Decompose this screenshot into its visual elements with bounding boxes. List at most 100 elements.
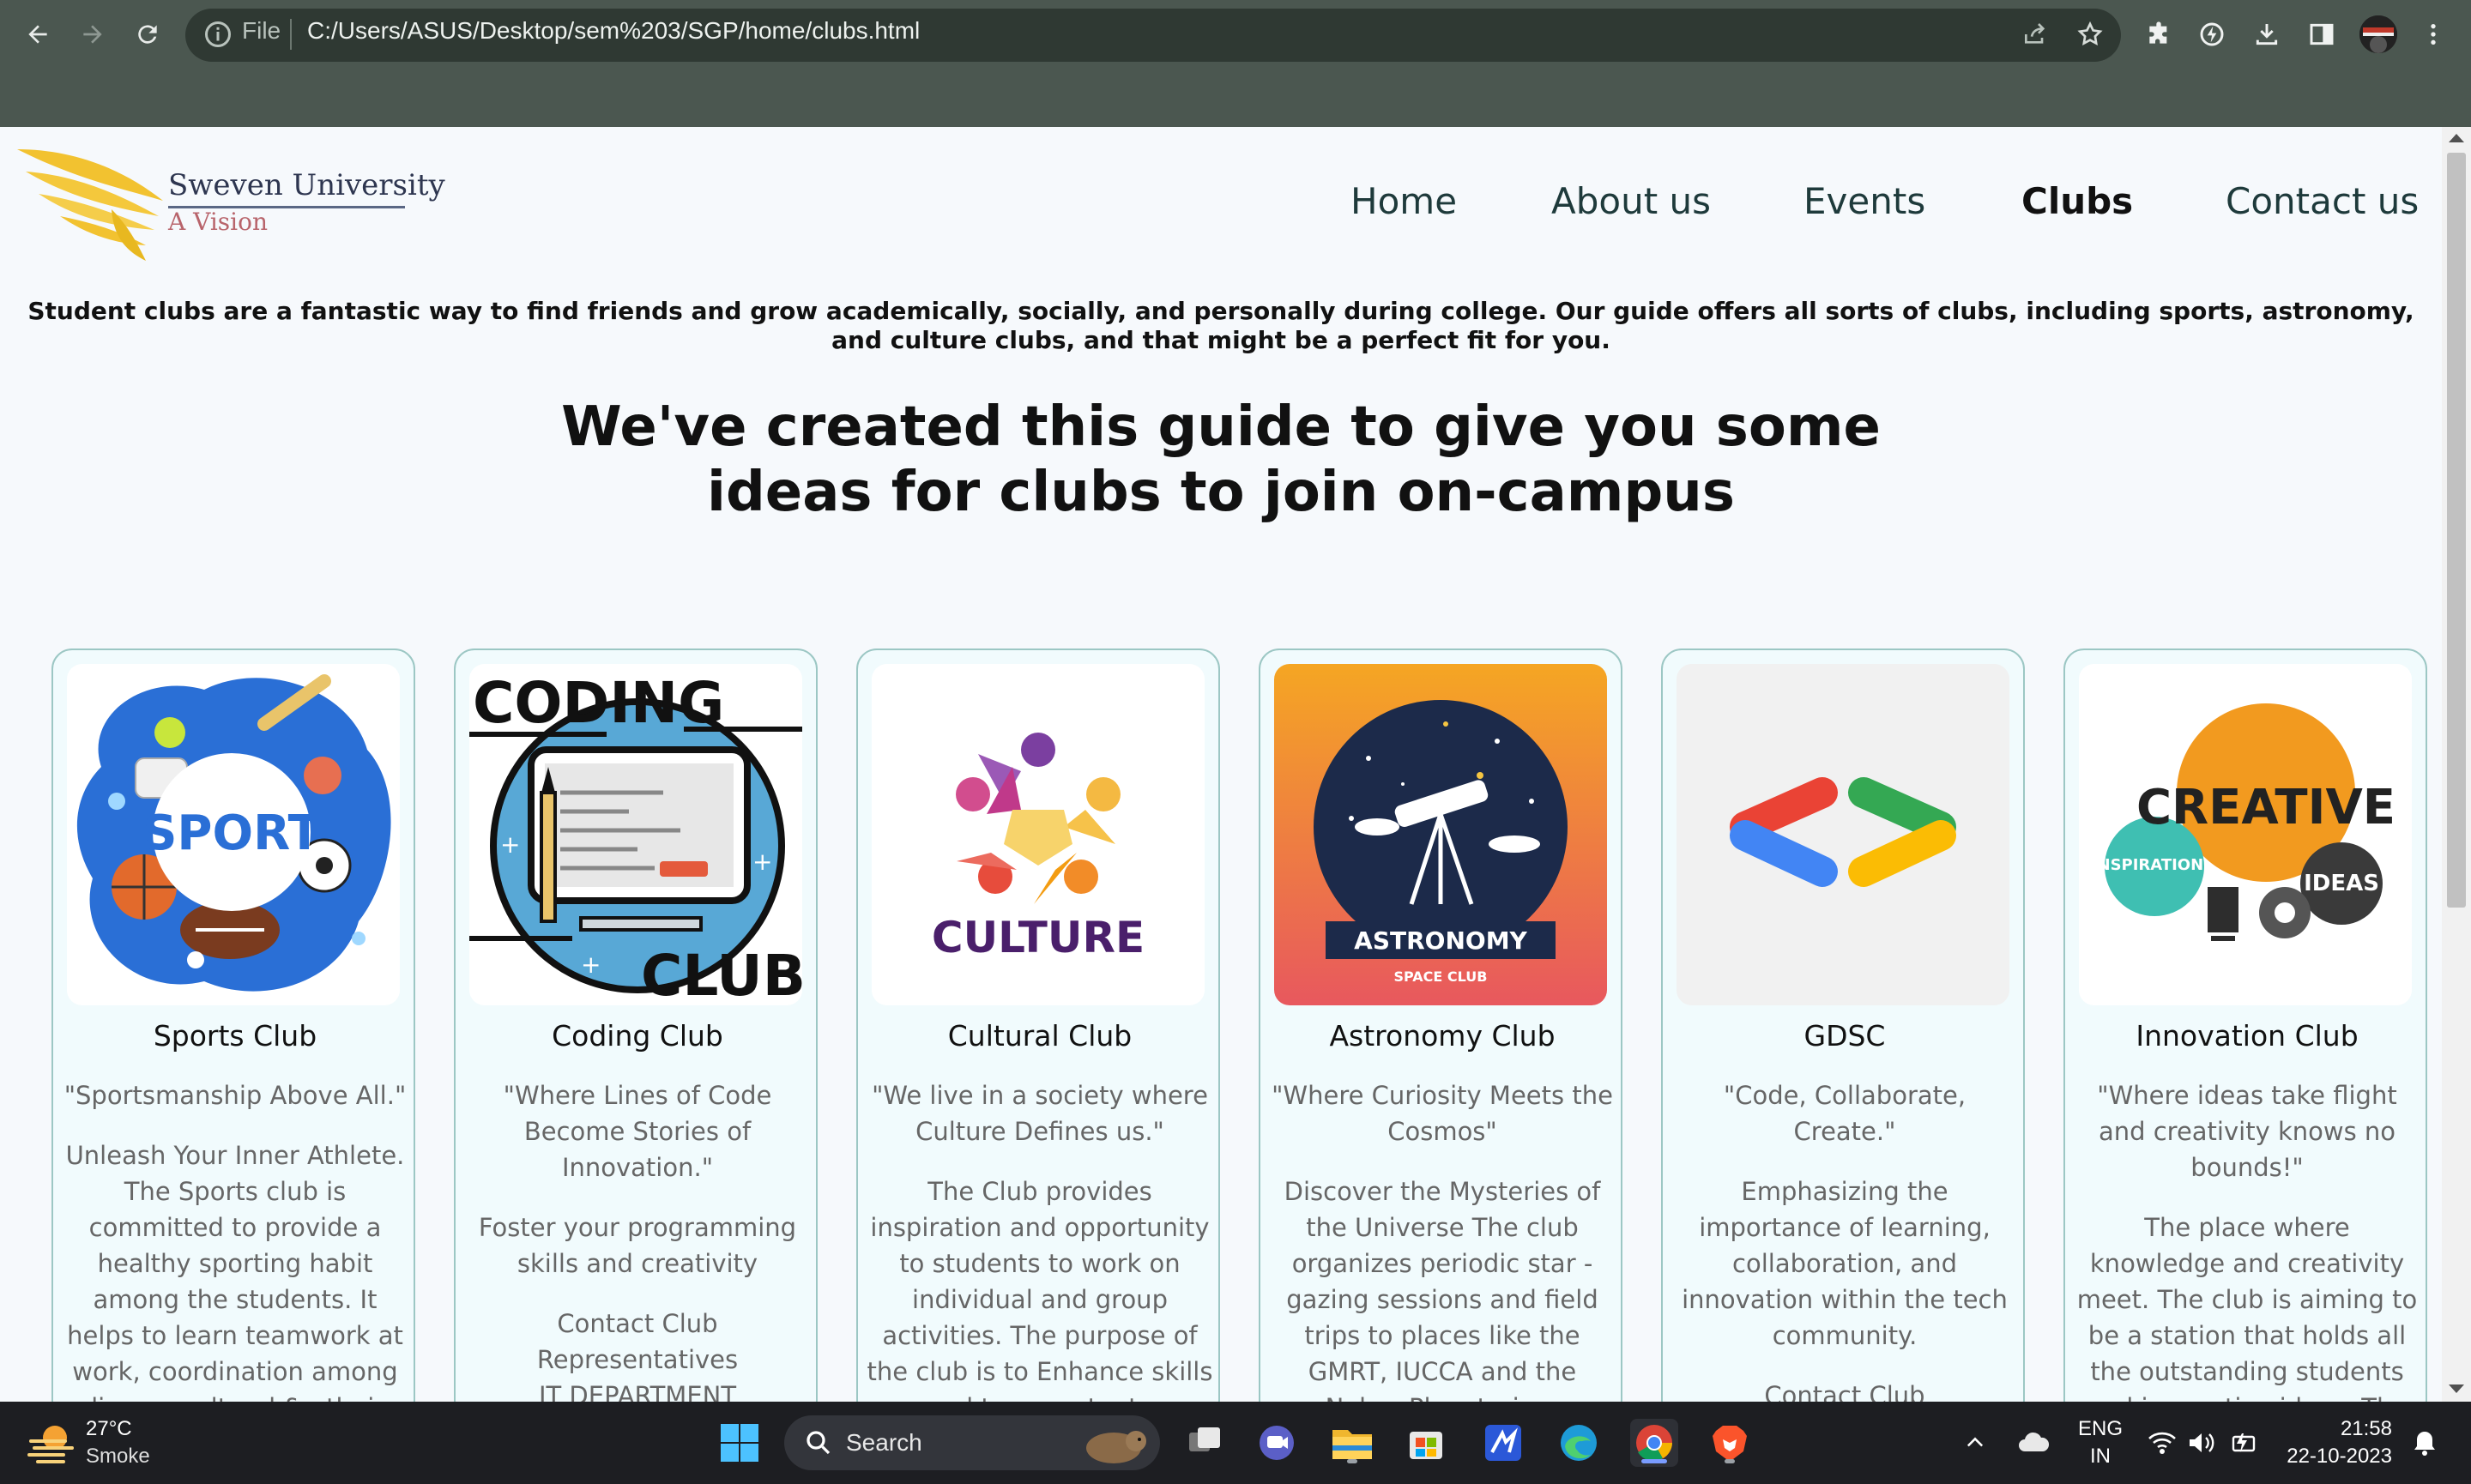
- weather-haze-icon[interactable]: [26, 1419, 77, 1467]
- info-icon[interactable]: [202, 19, 233, 50]
- club-desc: Emphasizing the importance of learning, …: [1682, 1177, 2008, 1350]
- svg-text:+: +: [500, 830, 520, 859]
- file-explorer-button[interactable]: [1328, 1419, 1376, 1467]
- app-tile-icon: [1485, 1425, 1521, 1461]
- profile-avatar[interactable]: [2359, 15, 2397, 53]
- task-view-button[interactable]: [1181, 1419, 1229, 1467]
- url-separator: [290, 19, 292, 50]
- headline-line-2: ideas for clubs to join on-campus: [707, 461, 1735, 524]
- onedrive-button[interactable]: [2015, 1419, 2052, 1467]
- nav-about-link[interactable]: About us: [1551, 180, 1711, 222]
- culture-logo-icon: CULTURE: [872, 664, 1205, 1005]
- gdsc-logo-icon: [1677, 664, 2009, 1005]
- chat-icon: [1260, 1426, 1294, 1460]
- page-scrollbar[interactable]: [2442, 127, 2471, 1402]
- ideas-image-label: IDEAS: [2304, 871, 2379, 896]
- forward-button[interactable]: [74, 15, 112, 53]
- club-desc: The place where knowledge and creativity…: [2076, 1213, 2418, 1402]
- page-headline: We've created this guide to give you som…: [0, 395, 2442, 525]
- astronomy-image-sublabel: SPACE CLUB: [1394, 968, 1488, 985]
- club-quote: "Where ideas take flight and creativity …: [2097, 1081, 2397, 1182]
- teams-chat-button[interactable]: [1253, 1419, 1301, 1467]
- club-quote: "Where Lines of Code Become Stories of I…: [503, 1081, 772, 1182]
- logo-tagline: A Vision: [168, 208, 269, 236]
- side-panel-icon: [2310, 23, 2334, 45]
- club-contact: Contact Club Representatives IT DEPARTME…: [464, 1306, 811, 1402]
- side-panel-button[interactable]: [2305, 17, 2339, 51]
- windows-taskbar: 27°C Smoke Search ENG IN 21:58 22-10-202…: [0, 1402, 2471, 1484]
- club-quote: "Where Curiosity Meets the Cosmos": [1272, 1081, 1613, 1146]
- browser-menu-button[interactable]: [2416, 17, 2450, 51]
- language-indicator[interactable]: ENG: [2075, 1417, 2126, 1441]
- clock-date[interactable]: 22-10-2023: [2281, 1445, 2392, 1469]
- club-card-astronomy[interactable]: ASTRONOMY SPACE CLUB Astronomy Club "Whe…: [1259, 648, 1622, 1402]
- club-title: Astronomy Club: [1329, 1019, 1556, 1053]
- club-card-gdsc[interactable]: GDSC "Code, Collaborate, Create." Emphas…: [1661, 648, 2025, 1402]
- sport-image-label: SPORT: [142, 805, 321, 861]
- clock-time[interactable]: 21:58: [2281, 1417, 2392, 1441]
- cultural-club-image: CULTURE: [872, 664, 1205, 1005]
- bookmark-button[interactable]: [2073, 17, 2107, 51]
- brave-browser-button[interactable]: [1706, 1419, 1754, 1467]
- network-button[interactable]: [2145, 1419, 2179, 1467]
- scroll-down-arrow-icon[interactable]: [2449, 1384, 2464, 1393]
- extensions-button[interactable]: [2142, 17, 2176, 51]
- back-button[interactable]: [19, 15, 57, 53]
- headline-line-1: We've created this guide to give you som…: [561, 395, 1881, 459]
- nav-home-link[interactable]: Home: [1350, 180, 1457, 222]
- performance-button[interactable]: [2195, 17, 2229, 51]
- avatar-icon: [2359, 15, 2397, 53]
- club-card-innovation[interactable]: CREATIVE INSPIRATION IDEAS Innovation Cl…: [2063, 648, 2427, 1402]
- windows-logo-icon: [721, 1424, 758, 1462]
- notifications-button[interactable]: [2408, 1419, 2442, 1467]
- weather-temperature[interactable]: 27°C: [86, 1417, 132, 1441]
- region-indicator[interactable]: IN: [2075, 1445, 2126, 1469]
- reload-icon: [138, 25, 157, 44]
- culture-image-label: CULTURE: [932, 913, 1145, 962]
- wing-logo-icon[interactable]: [17, 141, 170, 261]
- astronomy-club-image: ASTRONOMY SPACE CLUB: [1274, 664, 1607, 1005]
- club-title: Coding Club: [552, 1019, 723, 1053]
- start-button[interactable]: [716, 1419, 764, 1467]
- volume-button[interactable]: [2184, 1419, 2219, 1467]
- show-hidden-icons-button[interactable]: [1958, 1419, 1992, 1467]
- vscode-like-app-button[interactable]: [1479, 1419, 1527, 1467]
- club-card-sports[interactable]: SPORT Sports Club "Sportsmanship Above A…: [51, 648, 415, 1402]
- share-button[interactable]: [2018, 17, 2052, 51]
- club-title: Innovation Club: [2136, 1019, 2359, 1053]
- nav-contact-link[interactable]: Contact us: [2226, 180, 2419, 222]
- club-card-cultural[interactable]: CULTURE Cultural Club "We live in a soci…: [856, 648, 1220, 1402]
- club-description: "Sportsmanship Above All." Unleash Your …: [62, 1077, 408, 1402]
- scroll-up-arrow-icon[interactable]: [2449, 134, 2464, 142]
- chrome-browser-button[interactable]: [1630, 1419, 1678, 1467]
- club-quote: "Sportsmanship Above All.": [63, 1081, 407, 1110]
- kebab-menu-icon: [2431, 24, 2436, 45]
- edge-browser-button[interactable]: [1555, 1419, 1603, 1467]
- scrollbar-thumb[interactable]: [2447, 153, 2466, 908]
- task-view-icon: [1189, 1427, 1220, 1451]
- innovation-logo-icon: CREATIVE INSPIRATION IDEAS: [2079, 664, 2412, 1005]
- store-icon: [1410, 1432, 1442, 1459]
- logo-name: Sweven University: [168, 168, 445, 202]
- battery-button[interactable]: [2226, 1419, 2260, 1467]
- nav-clubs-link[interactable]: Clubs: [2021, 180, 2133, 222]
- puzzle-icon: [2149, 21, 2167, 44]
- chrome-icon: [1636, 1425, 1672, 1462]
- arrow-left-icon: [28, 25, 47, 44]
- club-description: "Where Curiosity Meets the Cosmos" Disco…: [1269, 1077, 1616, 1402]
- svg-text:+: +: [581, 950, 601, 979]
- club-card-coding[interactable]: CODING CLUB + + + Coding Club "Where Lin…: [454, 648, 818, 1402]
- club-description: "We live in a society where Culture Defi…: [867, 1077, 1213, 1402]
- speed-icon: [2200, 22, 2224, 46]
- search-icon: [807, 1431, 831, 1455]
- weather-condition[interactable]: Smoke: [86, 1445, 150, 1469]
- brave-lion-icon: [1713, 1426, 1747, 1462]
- microsoft-store-button[interactable]: [1402, 1419, 1450, 1467]
- club-quote: "Code, Collaborate, Create.": [1723, 1081, 1967, 1146]
- intro-text: Student clubs are a fantastic way to fin…: [27, 297, 2414, 354]
- taskbar-search-box[interactable]: Search: [784, 1415, 1160, 1470]
- url-text[interactable]: C:/Users/ASUS/Desktop/sem%203/SGP/home/c…: [307, 17, 920, 45]
- nav-events-link[interactable]: Events: [1803, 180, 1925, 222]
- downloads-button[interactable]: [2250, 17, 2284, 51]
- reload-button[interactable]: [129, 15, 166, 53]
